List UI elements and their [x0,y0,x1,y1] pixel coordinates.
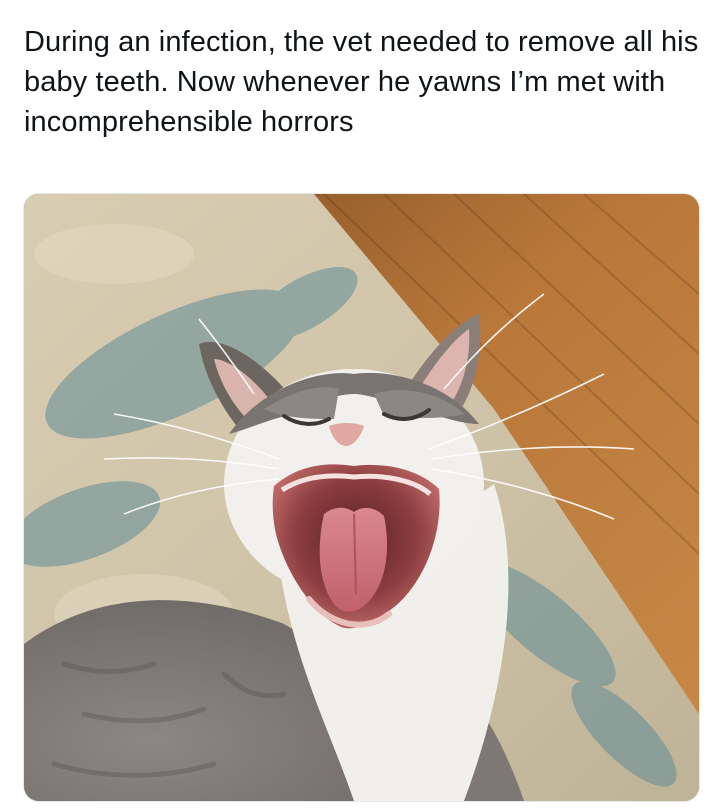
post-text: During an infection, the vet needed to r… [24,26,699,138]
post-photo[interactable] [23,193,700,802]
post-card: During an infection, the vet needed to r… [0,0,720,809]
yawning-cat-photo-icon [24,194,699,801]
